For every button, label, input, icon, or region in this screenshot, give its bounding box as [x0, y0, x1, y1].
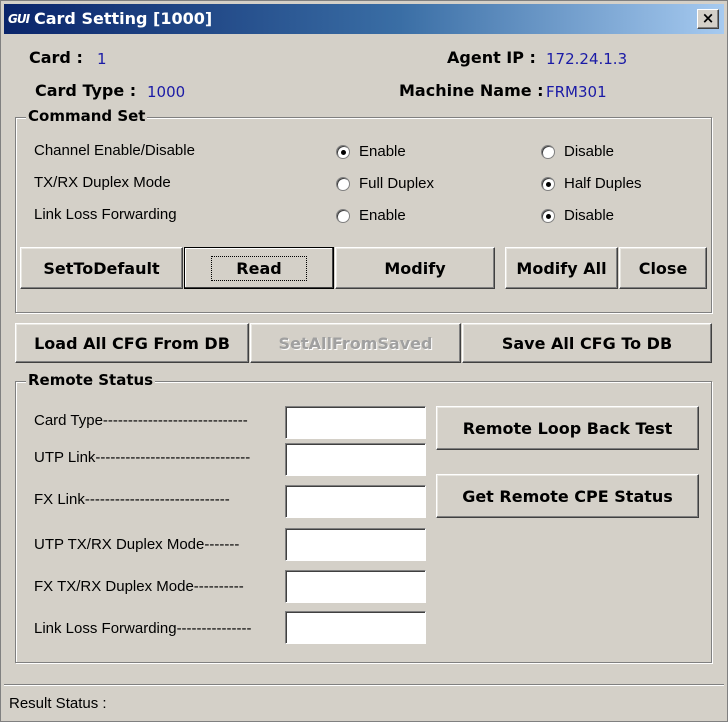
card-setting-window: GUI Card Setting [1000] × Card : 1 Card … [0, 0, 728, 722]
title-bar[interactable]: GUI Card Setting [1000] × [4, 4, 724, 34]
button-label: Load All CFG From DB [34, 333, 230, 353]
button-label: SetToDefault [43, 258, 160, 278]
card-type-label: Card Type : [35, 81, 137, 100]
load-all-cfg-button[interactable]: Load All CFG From DB [15, 323, 249, 363]
radio-label: Disable [564, 207, 615, 224]
app-gui-icon: GUI [8, 12, 30, 26]
fx-duplex-mode-label: FX TX/RX Duplex Mode---------- [34, 578, 244, 595]
button-label: Remote Loop Back Test [462, 418, 673, 438]
channel-enable-radio[interactable]: Enable [336, 143, 406, 160]
agent-ip-value: 172.24.1.3 [546, 50, 628, 68]
utp-link-label: UTP Link------------------------------- [34, 449, 251, 466]
link-loss-status-field[interactable] [285, 611, 426, 644]
button-label: SetAllFromSaved [278, 333, 433, 353]
card-type-status-field[interactable] [285, 406, 426, 439]
radio-label: Enable [359, 143, 406, 160]
status-bar: Result Status : [4, 684, 724, 718]
utp-duplex-mode-field[interactable] [285, 528, 426, 561]
button-label: Close [638, 258, 688, 278]
radio-label: Disable [564, 143, 615, 160]
fx-link-field[interactable] [285, 485, 426, 518]
modify-all-button[interactable]: Modify All [505, 247, 618, 289]
channel-enable-label: Channel Enable/Disable [34, 142, 195, 159]
close-window-button[interactable]: × [697, 9, 719, 29]
machine-name-value: FRM301 [546, 83, 607, 101]
window-title: Card Setting [1000] [34, 9, 213, 28]
command-set-group: Command Set Channel Enable/Disable Enabl… [15, 107, 712, 313]
button-label: Read [211, 255, 307, 281]
radio-unchecked-icon [336, 176, 350, 191]
remote-loop-back-test-button[interactable]: Remote Loop Back Test [436, 406, 699, 450]
button-label: Save All CFG To DB [501, 333, 673, 353]
fx-duplex-mode-field[interactable] [285, 570, 426, 603]
radio-checked-icon [336, 144, 350, 159]
full-duplex-radio[interactable]: Full Duplex [336, 175, 434, 192]
utp-link-field[interactable] [285, 443, 426, 476]
button-label: Modify All [516, 258, 607, 278]
duplex-mode-label: TX/RX Duplex Mode [34, 174, 171, 191]
link-loss-disable-radio[interactable]: Disable [541, 207, 614, 224]
utp-duplex-mode-label: UTP TX/RX Duplex Mode------- [34, 536, 240, 553]
save-all-cfg-button[interactable]: Save All CFG To DB [462, 323, 712, 363]
set-to-default-button[interactable]: SetToDefault [20, 247, 183, 289]
read-button[interactable]: Read [184, 247, 334, 289]
set-all-from-saved-button: SetAllFromSaved [250, 323, 461, 363]
get-remote-cpe-status-button[interactable]: Get Remote CPE Status [436, 474, 699, 518]
radio-label: Full Duplex [359, 175, 435, 192]
machine-name-label: Machine Name : [399, 81, 544, 100]
card-label: Card : [29, 48, 83, 67]
card-value: 1 [97, 50, 107, 68]
command-set-title: Command Set [26, 107, 148, 125]
radio-checked-icon [541, 208, 555, 223]
link-loss-label: Link Loss Forwarding [34, 206, 177, 223]
close-button[interactable]: Close [619, 247, 707, 289]
card-type-value: 1000 [147, 83, 186, 101]
radio-unchecked-icon [541, 144, 555, 159]
button-label: Modify [384, 258, 446, 278]
result-status-text: Result Status : [9, 695, 107, 712]
fx-link-label: FX Link----------------------------- [34, 491, 230, 508]
modify-button[interactable]: Modify [335, 247, 495, 289]
remote-status-title: Remote Status [26, 371, 156, 389]
half-duplex-radio[interactable]: Half Duples [541, 175, 642, 192]
radio-unchecked-icon [336, 208, 350, 223]
link-loss-enable-radio[interactable]: Enable [336, 207, 406, 224]
radio-checked-icon [541, 176, 555, 191]
channel-disable-radio[interactable]: Disable [541, 143, 614, 160]
link-loss-status-label: Link Loss Forwarding--------------- [34, 620, 252, 637]
radio-label: Half Duples [564, 175, 642, 192]
card-type-status-label: Card Type----------------------------- [34, 412, 248, 429]
remote-status-group: Remote Status Card Type-----------------… [15, 371, 712, 663]
button-label: Get Remote CPE Status [462, 486, 673, 506]
radio-label: Enable [359, 207, 406, 224]
agent-ip-label: Agent IP : [447, 48, 536, 67]
